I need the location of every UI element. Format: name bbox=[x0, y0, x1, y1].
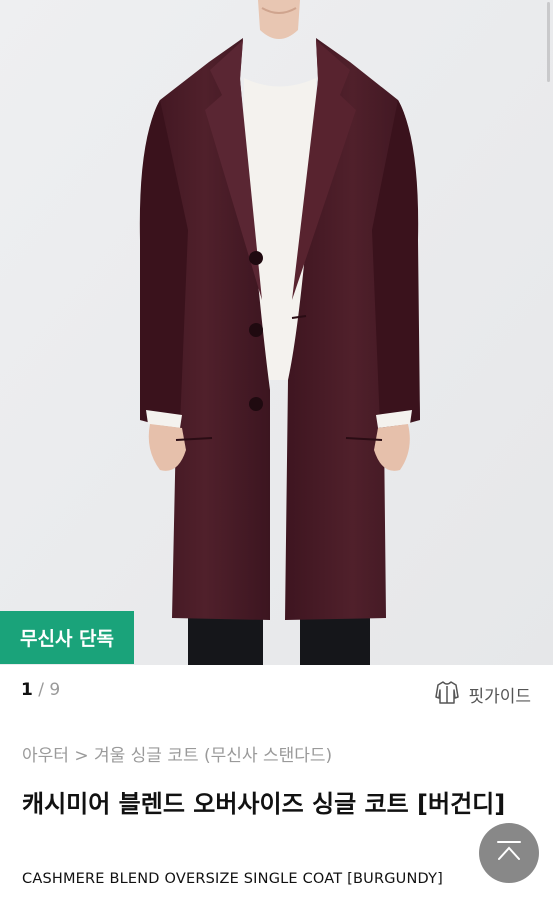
coat-model-photo bbox=[0, 0, 553, 665]
product-image[interactable]: 무신사 단독 bbox=[0, 0, 553, 665]
product-title-english: CASHMERE BLEND OVERSIZE SINGLE COAT [BUR… bbox=[22, 871, 444, 887]
breadcrumb-subcategory[interactable]: 겨울 싱글 코트 (무신사 스탠다드) bbox=[94, 746, 332, 766]
exclusive-badge: 무신사 단독 bbox=[0, 611, 134, 664]
product-title-korean: 캐시미어 블렌드 오버사이즈 싱글 코트 [버건디] bbox=[22, 790, 506, 818]
fit-guide-button[interactable]: 핏가이드 bbox=[434, 679, 531, 710]
breadcrumb: 아우터 > 겨울 싱글 코트 (무신사 스탠다드) bbox=[22, 741, 332, 766]
fit-guide-label: 핏가이드 bbox=[468, 687, 531, 707]
breadcrumb-category[interactable]: 아우터 bbox=[22, 746, 69, 766]
breadcrumb-separator: > bbox=[74, 746, 89, 766]
pagination-total: 9 bbox=[49, 680, 61, 700]
image-pagination: 1 / 9 bbox=[21, 680, 60, 700]
image-scrollbar[interactable] bbox=[547, 2, 550, 82]
scroll-to-top-button[interactable] bbox=[479, 823, 539, 883]
pagination-separator: / bbox=[38, 680, 44, 700]
chevron-up-icon bbox=[494, 839, 524, 867]
coat-outline-icon bbox=[434, 679, 460, 710]
pagination-current: 1 bbox=[21, 680, 33, 700]
